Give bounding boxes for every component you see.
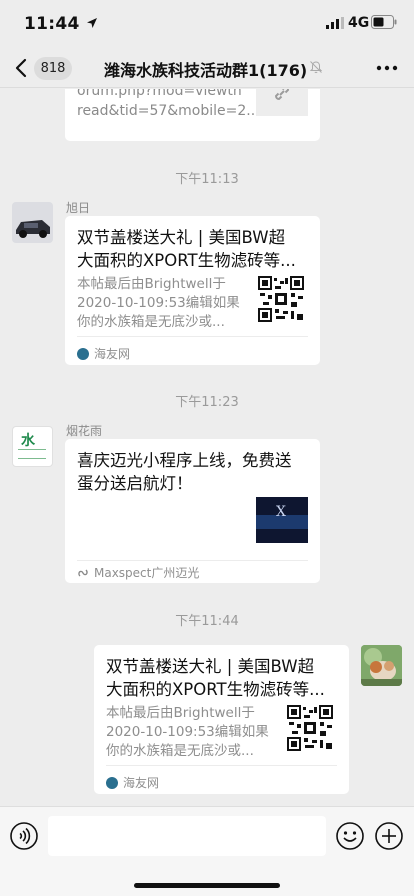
emoji-icon[interactable] [335, 821, 365, 851]
time-separator: 下午11:23 [175, 395, 239, 410]
voice-icon[interactable] [9, 821, 39, 851]
qr-code-thumbnail [258, 276, 304, 322]
avatar[interactable] [12, 202, 53, 243]
plus-icon[interactable] [374, 821, 404, 851]
time-separator: 下午11:44 [175, 614, 239, 629]
avatar-logo-lines [18, 449, 46, 459]
url-text-line1: orum.php?mod=viewth [77, 89, 242, 99]
card-desc-line2: 2020-10-109:53编辑如果 [77, 295, 240, 311]
card-desc-line2: 2020-10-109:53编辑如果 [106, 724, 269, 740]
card-divider [77, 560, 308, 561]
network-label: 4G [348, 15, 370, 31]
card-desc-line3: 你的水族箱是无底沙或... [106, 743, 254, 759]
source-logo-icon [77, 348, 89, 360]
back-chevron-icon [15, 58, 27, 78]
card-title-line1: 双节盖楼送大礼 | 美国BW超 [77, 228, 286, 247]
status-time: 11:44 [24, 14, 80, 34]
card-title-line1: 喜庆迈光小程序上线，免费送 [77, 451, 292, 470]
card-divider [106, 765, 337, 766]
signal-icon [326, 17, 344, 29]
card-desc-line1: 本帖最后由Brightwell于 [77, 276, 226, 292]
card-title-line2: 大面积的XPORT生物滤砖等... [77, 251, 296, 270]
input-bar [0, 806, 414, 896]
card-desc-line1: 本帖最后由Brightwell于 [106, 705, 255, 721]
sender-name: 旭日 [66, 201, 91, 215]
back-button[interactable]: 818 [8, 52, 72, 84]
message-input[interactable] [48, 816, 326, 856]
avatar-car-image [12, 202, 53, 243]
miniprogram-icon [78, 569, 88, 577]
avatar[interactable]: 水 [12, 426, 53, 467]
card-source: Maxspect广州迈光 [94, 566, 200, 580]
card-source: 海友网 [123, 776, 160, 790]
chat-area[interactable]: orum.php?mod=viewth read&tid=57&mobile=2… [0, 89, 414, 806]
sender-name: 烟花雨 [66, 424, 103, 438]
thumbnail-letter: X [276, 504, 286, 520]
status-bar: 11:44 4G [0, 0, 414, 48]
source-logo-icon [106, 777, 118, 789]
url-text-line2: read&tid=57&mobile=2... [77, 103, 257, 119]
location-arrow-icon [87, 18, 97, 28]
card-source: 海友网 [94, 347, 131, 361]
my-avatar[interactable] [361, 645, 402, 686]
link-card[interactable]: 双节盖楼送大礼 | 美国BW超 大面积的XPORT生物滤砖等... 本帖最后由B… [65, 216, 320, 365]
mute-bell-icon [309, 61, 323, 74]
card-divider [77, 336, 308, 337]
card-title-line1: 双节盖楼送大礼 | 美国BW超 [106, 657, 315, 676]
link-thumb [256, 89, 308, 116]
link-card-self[interactable]: 双节盖楼送大礼 | 美国BW超 大面积的XPORT生物滤砖等... 本帖最后由B… [94, 645, 349, 794]
miniprogram-thumbnail: X [256, 497, 308, 543]
avatar-photo-image [361, 645, 402, 686]
home-indicator [134, 883, 280, 888]
qr-code-thumbnail [287, 705, 333, 751]
time-separator: 下午11:13 [175, 172, 239, 187]
chat-title: 潍海水族科技活动群1(176) [104, 61, 308, 80]
more-dots-icon[interactable] [372, 54, 402, 82]
link-icon [274, 89, 290, 101]
card-title-line2: 大面积的XPORT生物滤砖等... [106, 680, 325, 699]
miniprogram-card[interactable]: 喜庆迈光小程序上线，免费送 蛋分送启航灯！ X Maxspect广州迈光 [65, 439, 320, 583]
nav-bar: 818 潍海水族科技活动群1(176) [0, 48, 414, 88]
unread-count-badge: 818 [34, 57, 72, 80]
card-desc-line3: 你的水族箱是无底沙或... [77, 314, 225, 330]
link-card-partial[interactable]: orum.php?mod=viewth read&tid=57&mobile=2… [65, 89, 320, 141]
avatar-logo-text: 水 [21, 433, 35, 449]
card-title-line2: 蛋分送启航灯！ [77, 474, 193, 493]
battery-icon [371, 15, 397, 29]
